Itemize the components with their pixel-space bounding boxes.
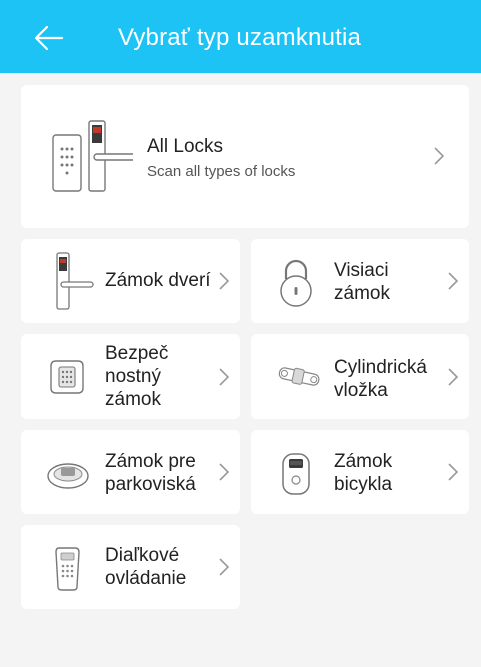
cylinder-card[interactable]: Cylindrická vložka: [251, 334, 469, 419]
chevron-right-icon: [219, 368, 230, 386]
remote-control-label-line: Diaľkové: [105, 545, 180, 566]
door-lock-label: Zámok dverí: [105, 270, 211, 291]
cylinder-lock-icon: [278, 367, 320, 386]
cylinder-label: Cylindrická vložka: [334, 356, 427, 402]
smart-door-lock-icon: [52, 120, 133, 192]
page-title: Vybrať typ uzamknutia: [118, 24, 362, 51]
door-lock-icon: [56, 252, 94, 310]
padlock-label-line: Visiaci: [334, 260, 389, 281]
bike-lock-label-line: Zámok: [334, 451, 393, 472]
bike-lock-card[interactable]: Zámok bicykla: [251, 430, 469, 514]
remote-control-label: Diaľkové ovládanie: [105, 544, 186, 590]
safe-lock-icon: [50, 360, 84, 394]
padlock-label: Visiaci zámok: [334, 259, 390, 305]
bike-lock-icon: [282, 453, 310, 495]
safe-lock-label-line: zámok: [105, 389, 161, 410]
parking-lock-label-line: Zámok pre: [105, 451, 196, 472]
remote-control-label-line: ovládanie: [105, 568, 187, 589]
parking-lock-card[interactable]: Zámok pre parkoviská: [21, 430, 240, 514]
chevron-right-icon: [448, 463, 459, 481]
bike-lock-label: Zámok bicykla: [334, 450, 392, 496]
parking-lock-icon: [47, 463, 89, 489]
padlock-icon: [280, 259, 312, 307]
all-locks-card[interactable]: All Locks Scan all types of locks: [21, 85, 469, 228]
door-lock-card[interactable]: Zámok dverí: [21, 239, 240, 323]
all-locks-title: All Locks: [147, 136, 224, 157]
parking-lock-label-line: parkoviská: [105, 474, 196, 495]
chevron-right-icon: [434, 147, 445, 165]
chevron-right-icon: [448, 272, 459, 290]
padlock-label-line: zámok: [334, 283, 390, 304]
remote-control-icon: [55, 547, 80, 591]
bike-lock-label-line: bicykla: [334, 474, 393, 495]
chevron-right-icon: [448, 368, 459, 386]
remote-control-card[interactable]: Diaľkové ovládanie: [21, 525, 240, 609]
safe-lock-label-line: Bezpeč: [105, 343, 169, 364]
all-locks-subtitle: Scan all types of locks: [147, 163, 296, 180]
safe-lock-label-line: nostný: [105, 366, 161, 387]
safe-lock-card[interactable]: Bezpeč nostný zámok: [21, 334, 240, 419]
chevron-right-icon: [219, 272, 230, 290]
back-arrow-icon[interactable]: [30, 20, 66, 56]
parking-lock-label: Zámok pre parkoviská: [105, 450, 196, 496]
chevron-right-icon: [219, 558, 230, 576]
chevron-right-icon: [219, 463, 230, 481]
app-header: Vybrať typ uzamknutia: [0, 0, 481, 73]
cylinder-label-line: Cylindrická: [334, 357, 427, 378]
safe-lock-label: Bezpeč nostný zámok: [105, 342, 168, 411]
cylinder-label-line: vložka: [334, 380, 388, 401]
padlock-card[interactable]: Visiaci zámok: [251, 239, 469, 323]
